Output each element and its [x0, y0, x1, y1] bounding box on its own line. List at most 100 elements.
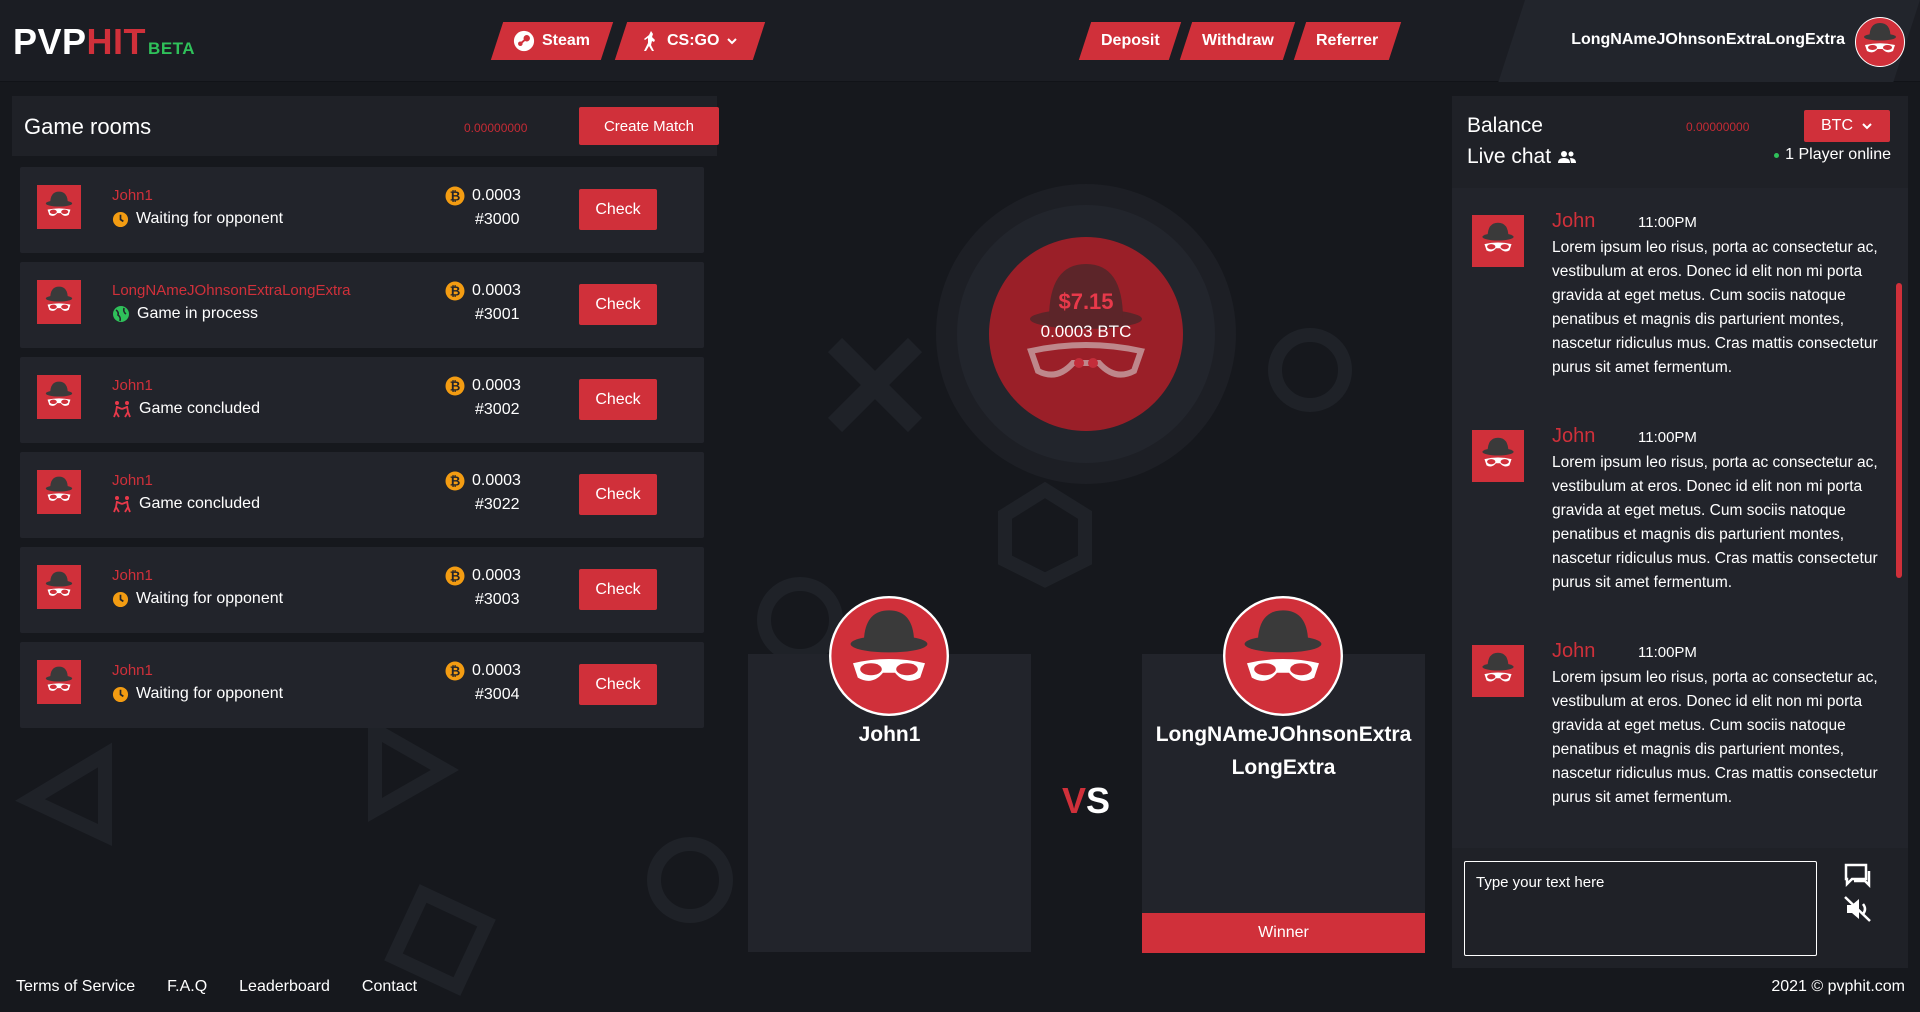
room-amount: 0.0003	[472, 662, 521, 679]
room-player-name[interactable]: John1	[112, 187, 153, 204]
chat-author[interactable]: John	[1552, 425, 1595, 448]
chat-time: 11:00PM	[1638, 644, 1697, 661]
svg-text:₿: ₿	[450, 284, 461, 299]
bitcoin-icon: ₿	[445, 186, 465, 206]
footer-terms-link[interactable]: Terms of Service	[16, 978, 135, 996]
room-player-name[interactable]: John1	[112, 472, 153, 489]
room-id: #3004	[475, 686, 520, 703]
chevron-down-icon	[1862, 123, 1872, 130]
room-amount: 0.0003	[472, 472, 521, 489]
room-avatar	[37, 565, 81, 609]
room-status-text: Game concluded	[139, 400, 260, 417]
check-button[interactable]: Check	[579, 664, 657, 705]
chat-text: Lorem ipsum leo risus, porta ac consecte…	[1552, 669, 1878, 806]
room-avatar	[37, 660, 81, 704]
withdraw-button[interactable]: Withdraw	[1179, 22, 1296, 60]
game-select-dropdown[interactable]: CS:GO	[614, 22, 766, 60]
game-room-list: John1 Waiting for opponent ₿ 0.0003 #300…	[20, 167, 704, 737]
room-id: #3001	[475, 306, 520, 323]
room-status: Game in process	[112, 305, 258, 323]
username[interactable]: LongNAmeJOhnsonExtraLongExtra	[1571, 31, 1845, 49]
room-player-name[interactable]: LongNAmeJOhnsonExtraLongExtra	[112, 282, 350, 299]
currency-dropdown[interactable]: BTC	[1804, 110, 1890, 142]
clock-icon	[112, 686, 129, 702]
logo-pvp: PVP	[13, 21, 87, 62]
room-player-name[interactable]: John1	[112, 567, 153, 584]
circle-shape-icon	[1268, 328, 1352, 412]
room-amount: 0.0003	[472, 567, 521, 584]
chat-time: 11:00PM	[1638, 214, 1697, 231]
chat-send-icon[interactable]	[1842, 862, 1874, 890]
room-status-text: Game in process	[137, 305, 258, 322]
steam-button[interactable]: Steam	[490, 22, 614, 60]
game-room-item: John1 Waiting for opponent ₿ 0.0003 #300…	[20, 547, 704, 633]
chat-author[interactable]: John	[1552, 210, 1595, 233]
logo[interactable]: PVPHIT BETA	[13, 21, 195, 63]
room-amount: 0.0003	[472, 282, 521, 299]
room-id: #3022	[475, 496, 520, 513]
mute-icon[interactable]	[1842, 895, 1874, 923]
room-status-text: Waiting for opponent	[136, 210, 284, 227]
chat-avatar	[1472, 215, 1524, 267]
bitcoin-icon: ₿	[445, 661, 465, 681]
room-status: Waiting for opponent	[112, 590, 283, 608]
chat-messages[interactable]: John 11:00PM Lorem ipsum leo risus, port…	[1452, 188, 1908, 848]
game-label: CS:GO	[666, 32, 720, 49]
triangle-shape-icon	[15, 742, 112, 846]
logo-beta: BETA	[148, 39, 196, 58]
svg-text:₿: ₿	[450, 569, 461, 584]
check-button[interactable]: Check	[579, 569, 657, 610]
globe-icon	[113, 306, 129, 322]
cross-shape-icon	[827, 337, 923, 433]
room-status: Waiting for opponent	[112, 210, 283, 228]
referrer-label: Referrer	[1316, 32, 1379, 49]
room-status: Game concluded	[112, 495, 260, 513]
room-amount: 0.0003	[472, 377, 521, 394]
check-button[interactable]: Check	[579, 284, 657, 325]
check-button[interactable]: Check	[579, 474, 657, 515]
player1-name: John1	[858, 723, 921, 746]
room-player-name[interactable]: John1	[112, 662, 153, 679]
bitcoin-icon: ₿	[445, 281, 465, 301]
player2-avatar	[1223, 596, 1343, 716]
room-player-name[interactable]: John1	[112, 377, 153, 394]
chat-avatar	[1472, 430, 1524, 482]
footer-leaderboard-link[interactable]: Leaderboard	[239, 978, 330, 996]
game-room-item: John1 Game concluded ₿ 0.0003 #3022 Chec…	[20, 452, 704, 538]
pot-usd-value: $7.15	[1058, 289, 1114, 314]
room-status: Waiting for opponent	[112, 685, 283, 703]
game-room-item: John1 Waiting for opponent ₿ 0.0003 #300…	[20, 167, 704, 253]
deposit-button[interactable]: Deposit	[1078, 22, 1182, 60]
svg-text:₿: ₿	[450, 189, 461, 204]
bitcoin-icon: ₿	[445, 471, 465, 491]
room-avatar	[37, 185, 81, 229]
room-avatar	[37, 375, 81, 419]
check-button[interactable]: Check	[579, 379, 657, 420]
versus-s: S	[1086, 780, 1111, 821]
users-icon	[1558, 151, 1577, 163]
chat-scrollbar[interactable]	[1896, 283, 1902, 578]
chat-author[interactable]: John	[1552, 640, 1595, 663]
check-button[interactable]: Check	[579, 189, 657, 230]
live-chat-title: Live chat	[1467, 145, 1552, 168]
deposit-label: Deposit	[1100, 32, 1160, 49]
room-status-text: Waiting for opponent	[136, 590, 284, 607]
game-rooms-header: Game rooms 0.00000000 Create Match	[12, 96, 719, 156]
chat-text: Lorem ipsum leo risus, porta ac consecte…	[1552, 454, 1878, 591]
user-avatar[interactable]	[1855, 17, 1905, 67]
balance-label: Balance	[1467, 114, 1543, 137]
versus-label: VS	[1062, 780, 1110, 822]
room-id: #3000	[475, 211, 520, 228]
top-header: PVPHIT BETA Steam CS:GO Deposit Withdraw …	[0, 0, 1920, 82]
steam-label: Steam	[542, 32, 591, 49]
copyright: 2021 © pvphit.com	[1771, 978, 1905, 995]
svg-text:₿: ₿	[450, 379, 461, 394]
create-match-button[interactable]: Create Match	[579, 107, 719, 145]
hexagon-shape-icon	[998, 481, 1092, 588]
balance-value: 0.00000000	[1686, 120, 1750, 134]
winner-badge: Winner	[1142, 913, 1425, 953]
footer-faq-link[interactable]: F.A.Q	[167, 978, 207, 996]
chat-input[interactable]	[1464, 861, 1817, 956]
referrer-button[interactable]: Referrer	[1293, 22, 1402, 60]
footer-contact-link[interactable]: Contact	[362, 978, 417, 996]
